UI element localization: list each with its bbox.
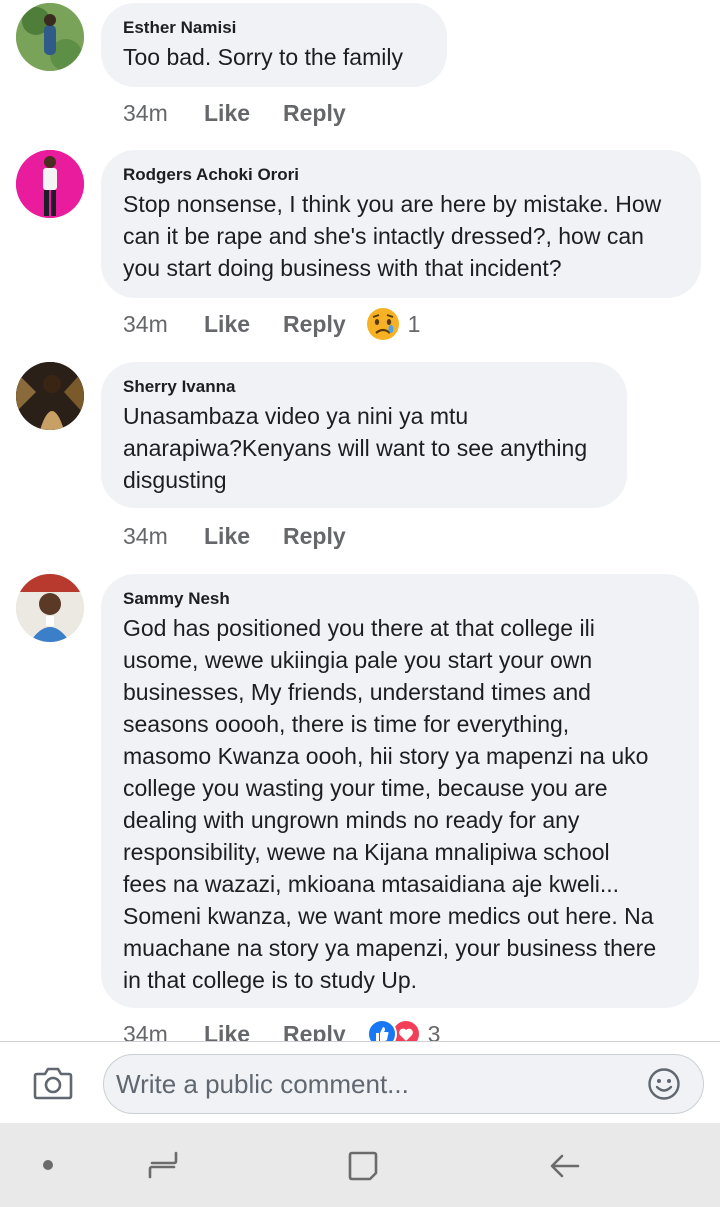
comment-input[interactable]: Write a public comment... xyxy=(103,1054,704,1114)
comment-author[interactable]: Sammy Nesh xyxy=(123,588,677,610)
reply-button[interactable]: Reply xyxy=(283,100,346,127)
camera-icon[interactable] xyxy=(33,1064,73,1102)
comment-line: responsibility, wewe na Kijana mnalipiwa… xyxy=(123,839,610,865)
reaction-summary[interactable]: 1 xyxy=(366,307,421,341)
comment-line: seasons ooooh, there is time for everyth… xyxy=(123,711,570,737)
avatar-photo xyxy=(16,150,84,218)
comment-bubble[interactable]: Sherry Ivanna Unasambaza video ya nini y… xyxy=(101,362,627,508)
comment-bubble[interactable]: Rodgers Achoki Orori Stop nonsense, I th… xyxy=(101,150,701,298)
comment-line: usome, wewe ukiingia pale you start your… xyxy=(123,647,593,673)
avatar[interactable] xyxy=(16,362,84,430)
like-button[interactable]: Like xyxy=(204,311,283,338)
comment-line: college you wasting your time, because y… xyxy=(123,775,608,801)
comment-composer: Write a public comment... xyxy=(0,1041,720,1124)
comment-text: Stop nonsense, I think you are here by m… xyxy=(123,188,679,284)
reply-button[interactable]: Reply xyxy=(283,523,346,550)
comment-bubble[interactable]: Esther Namisi Too bad. Sorry to the fami… xyxy=(101,3,447,87)
comment-actions: 34m Like Reply 1 xyxy=(123,307,421,341)
comment-author[interactable]: Sherry Ivanna xyxy=(123,376,605,398)
system-navigation-bar xyxy=(0,1123,720,1207)
avatar[interactable] xyxy=(16,574,84,642)
reply-button[interactable]: Reply xyxy=(283,311,346,338)
comment-line: businesses, My friends, understand times… xyxy=(123,679,591,705)
avatar-photo xyxy=(16,362,84,430)
recent-apps-icon[interactable] xyxy=(146,1149,180,1181)
comment-time[interactable]: 34m xyxy=(123,523,204,550)
comment-line: Unasambaza video ya nini ya mtu xyxy=(123,403,469,429)
like-button[interactable]: Like xyxy=(204,100,283,127)
comment-text: Unasambaza video ya nini ya mtu anarapiw… xyxy=(123,400,605,496)
sad-reaction-icon xyxy=(366,308,399,340)
comment-line: disgusting xyxy=(123,467,227,493)
comment-line: you start doing business with that incid… xyxy=(123,255,562,281)
like-button[interactable]: Like xyxy=(204,523,283,550)
dot-icon[interactable] xyxy=(42,1159,54,1171)
comment-text: God has positioned you there at that col… xyxy=(123,612,677,996)
reaction-count: 1 xyxy=(407,310,421,337)
comment-input-placeholder: Write a public comment... xyxy=(116,1069,409,1099)
comment-time[interactable]: 34m xyxy=(123,311,204,338)
comment-line: Too bad. Sorry to the family xyxy=(123,44,403,70)
comment-actions: 34m Like Reply xyxy=(123,521,346,551)
comment-line: anarapiwa?Kenyans will want to see anyth… xyxy=(123,435,588,461)
avatar-photo xyxy=(16,3,84,71)
comment-line: God has positioned you there at that col… xyxy=(123,615,595,641)
comment-bubble[interactable]: Sammy Nesh God has positioned you there … xyxy=(101,574,699,1008)
comment-line: can it be rape and she's intactly dresse… xyxy=(123,223,644,249)
comment-line: masomo Kwanza oooh, hii story ya mapenzi… xyxy=(123,743,649,769)
comment-line: Stop nonsense, I think you are here by m… xyxy=(123,191,662,217)
comment-line: muachane na story ya mapenzi, your busin… xyxy=(123,935,657,961)
comment-line: Someni kwanza, we want more medics out h… xyxy=(123,903,654,929)
comment-author[interactable]: Esther Namisi xyxy=(123,17,425,39)
home-icon[interactable] xyxy=(346,1149,380,1183)
avatar[interactable] xyxy=(16,3,84,71)
back-icon[interactable] xyxy=(548,1149,582,1183)
comment-line: in that college is to study Up. xyxy=(123,967,418,993)
avatar-photo xyxy=(16,574,84,642)
comment-text: Too bad. Sorry to the family xyxy=(123,41,425,73)
comment-author[interactable]: Rodgers Achoki Orori xyxy=(123,164,679,186)
comment-line: dealing with ungrown minds no ready for … xyxy=(123,807,580,833)
comment-line: fees na wazazi, mkioana mtasaidiana aje … xyxy=(123,871,620,897)
comment-actions: 34m Like Reply xyxy=(123,98,346,128)
smiley-icon[interactable] xyxy=(647,1067,681,1101)
avatar[interactable] xyxy=(16,150,84,218)
comment-time[interactable]: 34m xyxy=(123,100,204,127)
